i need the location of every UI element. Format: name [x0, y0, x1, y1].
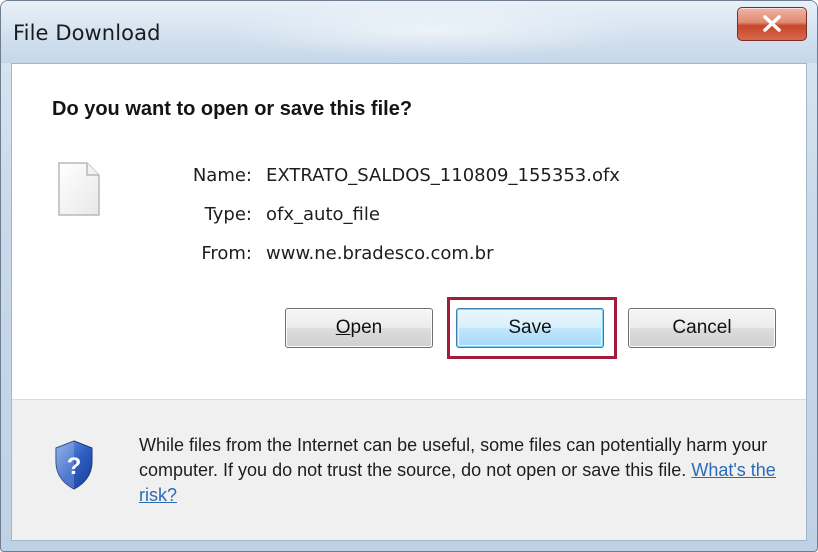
close-button[interactable] [737, 7, 807, 41]
close-icon [763, 15, 781, 32]
file-type-value: ofx_auto_file [266, 204, 380, 225]
save-button-label: Save [508, 317, 552, 338]
file-type-label: Type: [204, 204, 252, 225]
svg-text:?: ? [67, 453, 82, 480]
window-title: File Download [13, 21, 161, 45]
file-source-value: www.ne.bradesco.com.br [266, 243, 494, 264]
file-source-row: From: www.ne.bradesco.com.br [142, 243, 742, 271]
title-bar[interactable]: File Download [1, 1, 817, 63]
file-type-row: Type: ofx_auto_file [142, 204, 742, 232]
open-button[interactable]: Open [285, 308, 433, 348]
save-button[interactable]: Save [456, 308, 604, 348]
cancel-button[interactable]: Cancel [628, 308, 776, 348]
dialog-content: Do you want to open or save this file? N… [11, 63, 807, 541]
file-name-label: Name: [192, 165, 252, 186]
warning-text: While files from the Internet can be use… [139, 433, 789, 508]
warning-message: While files from the Internet can be use… [139, 435, 768, 480]
file-name-value: EXTRATO_SALDOS_110809_155353.ofx [266, 165, 620, 186]
cancel-button-label: Cancel [672, 317, 732, 338]
dialog-question: Do you want to open or save this file? [52, 98, 413, 120]
open-button-label: pen [350, 317, 383, 338]
file-name-row: Name: EXTRATO_SALDOS_110809_155353.ofx [142, 165, 742, 193]
file-icon [58, 162, 100, 216]
warning-panel: ? While files from the Internet can be u… [12, 400, 806, 540]
file-source-label: From: [201, 243, 252, 264]
open-button-accelerator: O [335, 317, 351, 338]
file-download-dialog: File Download Do you want to open or sav… [0, 0, 818, 552]
shield-question-icon: ? [55, 440, 93, 490]
